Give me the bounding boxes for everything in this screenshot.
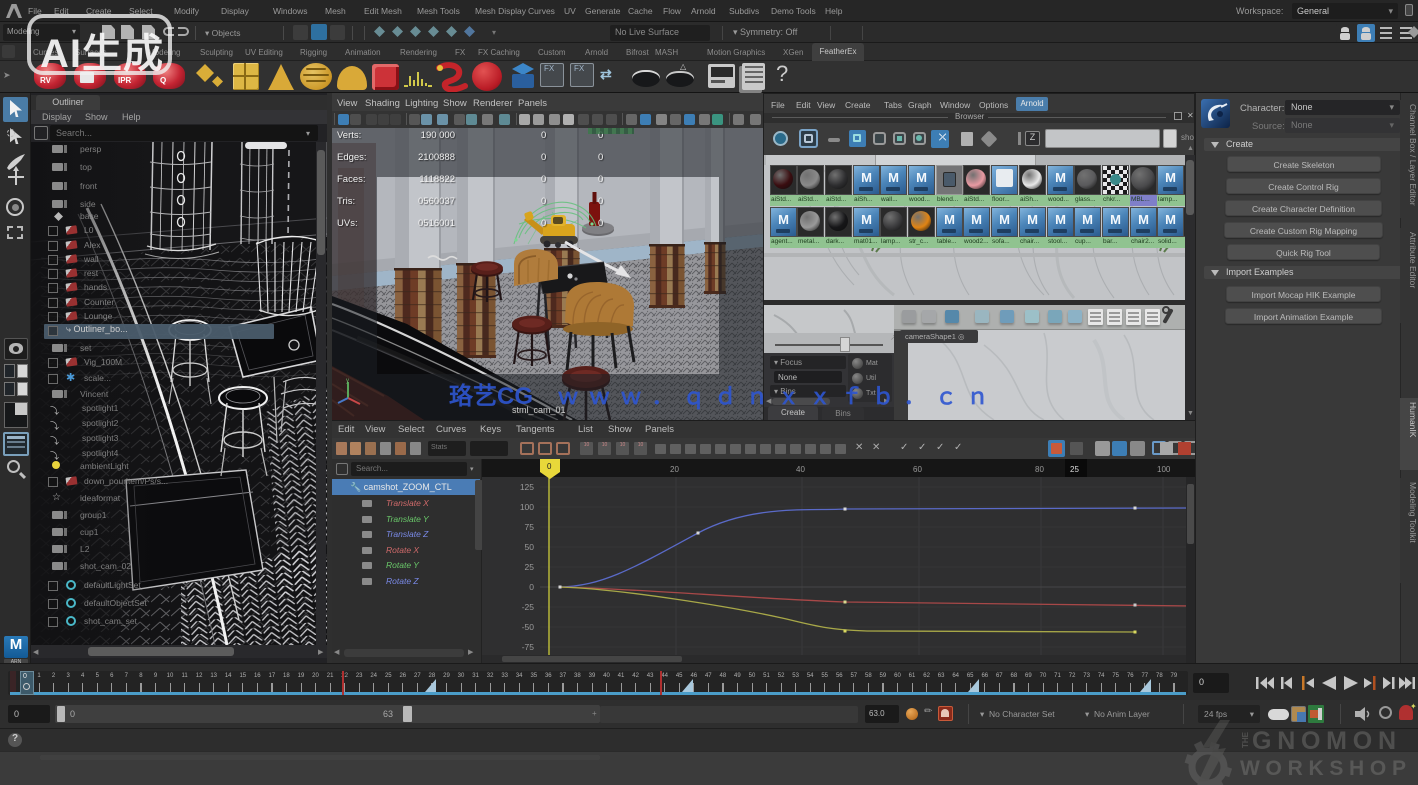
svg-text:y: y — [346, 378, 349, 384]
svg-text:100: 100 — [1157, 465, 1171, 474]
svg-text:GNOMON: GNOMON — [1252, 727, 1399, 755]
svg-text:0: 0 — [529, 582, 534, 592]
svg-text:25: 25 — [525, 562, 535, 572]
svg-text:80: 80 — [1035, 465, 1044, 474]
svg-text:40: 40 — [796, 465, 805, 474]
svg-text:THE: THE — [1241, 731, 1250, 748]
svg-text:0: 0 — [547, 462, 552, 471]
svg-text:50: 50 — [525, 542, 535, 552]
svg-text:-50: -50 — [522, 622, 535, 632]
svg-text:20: 20 — [670, 465, 679, 474]
svg-text:100: 100 — [520, 502, 534, 512]
svg-text:-75: -75 — [522, 642, 535, 652]
svg-text:75: 75 — [525, 522, 535, 532]
svg-text:125: 125 — [520, 482, 534, 492]
svg-text:60: 60 — [913, 465, 922, 474]
svg-text:WORKSHOP: WORKSHOP — [1240, 757, 1408, 780]
svg-text:-25: -25 — [522, 602, 535, 612]
svg-text:25: 25 — [1070, 465, 1079, 474]
